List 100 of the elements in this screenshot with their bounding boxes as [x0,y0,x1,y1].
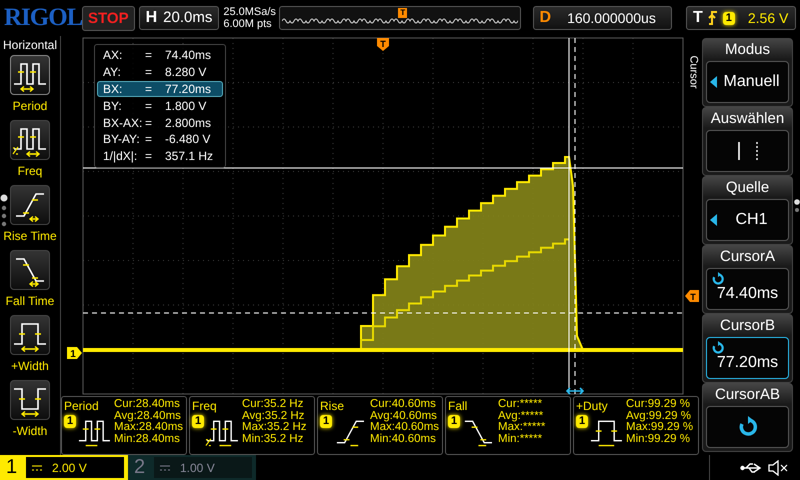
channel-marker: 1 [67,347,82,360]
readout-value: 77.20ms [165,82,212,96]
dc-coupling-icon [160,464,170,470]
softkey-title: Auswählen [710,109,786,129]
channel-scale: 1.00 V [180,460,215,474]
left-arrow-icon [710,76,717,88]
readout-equals: = [145,82,154,96]
channel-badge: 1 [320,415,332,428]
page-indicator-icon [0,194,8,228]
measurement-name: Period [64,399,100,413]
channel-badge: 1 [448,415,460,428]
softkey-title: CursorA [718,247,776,267]
measurement-stat: Min:***** [498,434,544,446]
measure-button[interactable] [10,250,50,290]
softkey-button[interactable] [706,406,789,448]
channel-scale: 2.00 V [52,460,87,474]
measure-label: Rise Time [3,229,57,243]
measurement-stat: Cur:35.2 Hz [242,399,304,411]
softkey-title: Quelle [724,178,770,198]
measurement-stat: Max:40.60ms [370,422,440,434]
measurement-name: Freq [192,399,218,413]
cursor-bx-line[interactable] [574,38,576,394]
measure-button[interactable] [10,185,50,225]
readout-label: BX: [103,82,124,96]
channel-tab[interactable]: 1 2.00 V [0,455,128,480]
rotate-knob-icon [736,416,758,438]
measurement-stat: Cur:28.40ms [114,399,181,411]
run-stop-status[interactable]: STOP [82,6,135,30]
measure-button[interactable] [10,120,50,160]
measure-button[interactable] [10,55,50,95]
measurement-stat: Max:99.29 % [626,422,694,434]
measurement-stat: Cur:***** [498,399,544,411]
readout-label: AY: [103,65,122,80]
timebase-label: H [146,9,158,27]
softkey-title: Modus [724,40,772,60]
speaker-muted-icon [768,460,788,476]
measurement-stat: Avg:28.40ms [114,410,182,422]
measure-label: Period [12,99,48,113]
measure-label: Fall Time [6,294,54,308]
trigger-level: 2.56 V [748,10,788,26]
trigger-position-marker: T [398,8,408,18]
readout-label: 1/|dX|: [103,149,138,164]
cursor-handle-icon[interactable] [566,387,584,395]
readout-value: 8.280 V [165,65,206,80]
measurement-stat: Avg:99.29 % [626,410,692,422]
page-indicator-icon [794,199,800,213]
measurement-stat: Min:35.2 Hz [242,434,304,446]
rising-edge-icon [708,11,718,25]
softkey-button[interactable]: 74.40ms [706,268,789,310]
trigger-source: 1 [722,12,735,24]
measure-label: +Width [11,359,49,373]
softkey-button[interactable]: Manuell [706,61,789,103]
measurement-stat: Min:28.40ms [114,434,181,446]
measurement-stat: Cur:99.29 % [626,399,691,411]
cursor-by-line[interactable] [82,312,684,314]
measurement-stat: Avg:***** [498,410,544,422]
readout-label: AX: [103,48,124,62]
measurement-stat: Cur:40.60ms [370,399,437,411]
usb-icon [740,462,762,474]
softkey-button[interactable]: 77.20ms [706,337,789,379]
readout-value: 2.800ms [165,116,212,130]
softkey-title: CursorAB [714,385,782,405]
readout-label: BY-AY: [103,132,141,146]
readout-value: 74.40ms [165,48,212,62]
channel-number: 1 [6,456,18,479]
rotate-knob-icon [711,341,725,355]
readout-equals: = [145,149,154,164]
measurement-stat: Max:35.2 Hz [242,422,307,434]
readout-label: BY: [103,98,123,113]
rotate-knob-icon [711,272,725,286]
measurement-name: Rise [320,399,346,413]
measure-button[interactable] [10,380,50,420]
softkey-button[interactable]: CH1 [706,199,789,241]
measurement-stat: Max:28.40ms [114,422,184,434]
timebase-value: 20.0ms [163,9,212,27]
measurement-stat: Min:40.60ms [370,434,437,446]
delay-label: D [540,9,552,27]
channel-badge: 1 [576,415,588,428]
channel-badge: 1 [64,415,76,428]
readout-equals: = [145,65,154,80]
softkey-title: CursorB [718,316,776,336]
measurement-name: Fall [448,399,468,413]
measure-button[interactable] [10,315,50,355]
measurement-stat: Max:***** [498,422,546,434]
measure-label: -Width [12,424,48,438]
measurement-stat: Avg:40.60ms [370,410,438,422]
readout-equals: = [145,48,154,62]
delay-value: 160.000000us [567,10,656,26]
measurement-name: +Duty [576,399,609,413]
readout-equals: = [145,116,154,130]
readout-value: 357.1 Hz [165,149,214,164]
left-arrow-icon [710,214,717,226]
trigger-position-marker: T [377,38,389,51]
readout-label: BX-AX: [103,116,144,130]
trigger-level-marker: T [685,290,699,302]
channel-tab[interactable]: 2 1.00 V [128,455,256,480]
readout-value: 1.800 V [165,98,206,113]
sample-rate: 25.0MSa/s [223,6,276,18]
menu-title: Cursor [688,56,700,88]
trigger-label: T [692,9,703,27]
